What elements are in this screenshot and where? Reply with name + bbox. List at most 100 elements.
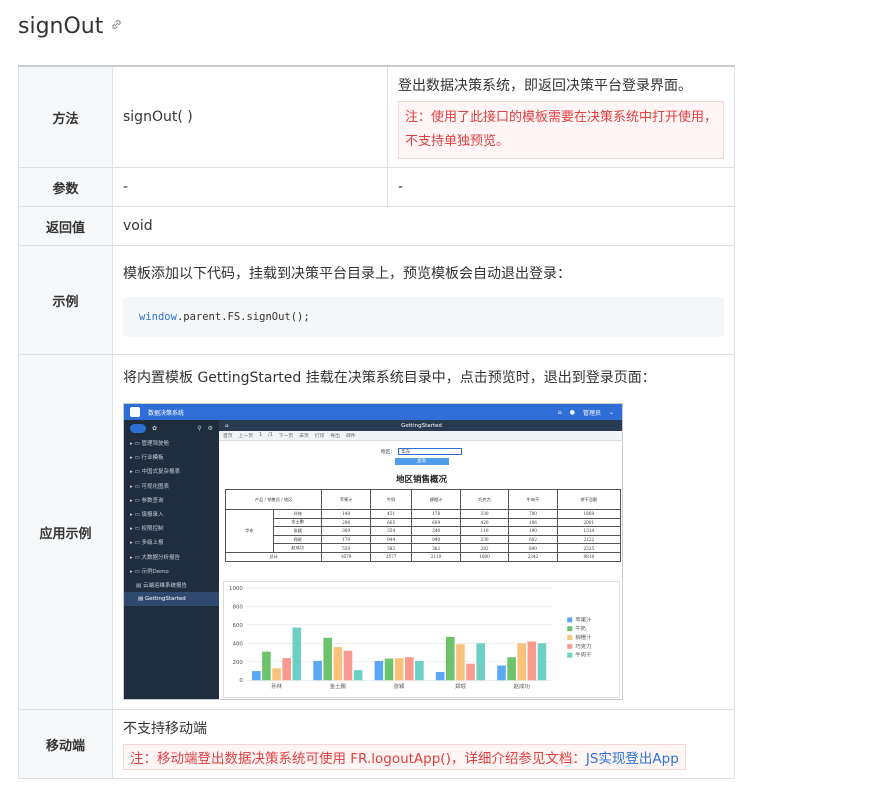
shot-report-cell: 170: [321, 534, 371, 545]
shot-report-table: 产品 / 销售员 / 地区 苹果汁 牛奶 柳橙汁 巧克力 牛肉干 饼干总额 华东 孙林 140 45…: [224, 489, 622, 562]
code-text: .parent.FS.signOut();: [176, 311, 310, 323]
chart-bar: [415, 660, 424, 681]
shot-menu-item: ▸ ▭ 多级上报: [130, 540, 164, 547]
shot-report-cell: 190: [508, 526, 558, 536]
chart-legend-label: 巧克力: [575, 642, 591, 650]
shot-report-cell: 609: [411, 517, 461, 528]
chart-bar: [435, 671, 445, 681]
shot-star-icon: ✿: [152, 424, 158, 432]
chart-bar: [394, 658, 404, 681]
shot-report-cell: 230: [459, 534, 510, 545]
mobile-note-text: 注：移动端登出数据决策系统可使用 FR.logoutApp()，详细介绍参见文档…: [130, 751, 586, 767]
shot-report-cell: 郑珉: [272, 534, 323, 545]
shot-report-cell: 602: [508, 534, 558, 545]
shot-report-cell: 780: [508, 509, 558, 519]
shot-search-icon: ⚲: [197, 424, 202, 432]
params-value-1: -: [112, 167, 388, 207]
chart-y-tick-label: 400: [232, 641, 243, 647]
shot-report-cell: 940: [411, 534, 461, 545]
shot-toolbar: 首页 上一页 1/1 下一页 末页 打印 导出 邮件: [219, 431, 622, 441]
chart-bar: [497, 665, 506, 681]
shot-report-cell: 110: [459, 526, 510, 536]
shot-report-cell: 944: [369, 534, 413, 545]
chart-bar: [466, 663, 475, 681]
example-intro: 模板添加以下代码，挂载到决策平台目录上，预览模板会自动退出登录：: [123, 266, 571, 282]
shot-toolbar-item: 1: [259, 433, 263, 438]
chart-legend-label: 柳橙汁: [575, 633, 592, 641]
shot-menu-item: ▸ ▭ 权限控制: [130, 526, 164, 533]
shot-bar-chart: 0 200 400 600 800 1000 孙林 金士鹏 张颖 郑珉 赵成功 苹果汁牛奶柳橙汁巧克力…: [223, 581, 620, 698]
shot-report-cell: 330: [459, 509, 510, 519]
shot-menu-item: ▤ GettingStarted: [124, 592, 219, 607]
method-signature: signOut( ): [112, 65, 388, 168]
shot-report-cell: 1869: [556, 509, 622, 519]
method-desc-text: 登出数据决策系统，即返回决策平台登录界面。: [398, 78, 692, 94]
shot-report-cell: 240: [411, 526, 461, 536]
chart-bar: [404, 657, 414, 681]
shot-toolbar-item: 首页: [223, 434, 233, 439]
shot-toolbar-item: 上一页: [238, 434, 254, 439]
chart-bar: [374, 660, 384, 681]
shot-report-cell: 282: [459, 543, 510, 553]
shot-report-cell: 赵成功: [272, 543, 323, 553]
returns-label: 返回值: [18, 206, 113, 246]
shot-filter: 地区： 华东 查询: [219, 441, 622, 471]
shot-tabbar: ⌂ GettingStarted: [219, 420, 622, 431]
shot-filter-select: 华东: [398, 447, 463, 455]
chart-bar: [323, 637, 333, 681]
returns-value: void: [112, 206, 735, 246]
chart-bar: [446, 636, 455, 681]
shot-brand: 数据决策系统: [148, 409, 185, 417]
shot-report-cell: 362: [411, 543, 461, 553]
chart-bar: [517, 643, 527, 681]
method-description: 登出数据决策系统，即返回决策平台登录界面。 注：使用了此接口的模板需要在决策系统…: [387, 65, 735, 168]
shot-report-cell: 296: [321, 517, 371, 528]
chart-bar: [282, 658, 291, 681]
shot-report-cell: 孙林: [272, 509, 323, 519]
chart-bar: [262, 651, 271, 681]
shot-toolbar-item: 打印: [314, 434, 325, 439]
chart-legend-swatch: [567, 652, 573, 658]
shot-report-cell: 柳橙汁: [411, 489, 461, 510]
shot-menu-item: ▸ ▭ 行业模板: [130, 455, 164, 462]
shot-report-cell: 354: [369, 526, 413, 536]
shot-report-region: 华东: [225, 509, 274, 553]
shot-report-cell: 106: [508, 517, 558, 528]
chart-bar: [353, 670, 363, 681]
shot-report-cell: 583: [369, 543, 413, 553]
shot-menu-item: ▸ ▭ 中国式复杂报表: [130, 469, 180, 476]
chart-bar: [292, 627, 302, 681]
code-block[interactable]: window.parent.FS.signOut();: [123, 297, 724, 337]
shot-query-button: 查询: [394, 457, 449, 465]
shot-report-title: 地区销售概况: [395, 475, 447, 485]
chart-y-tick-label: 1000: [229, 586, 243, 592]
app-example-cell: 将内置模板 GettingStarted 挂载在决策系统目录中，点击预览时，退出…: [112, 354, 735, 710]
page-heading: signOut: [18, 14, 122, 39]
shot-menu-item: ▸ ▭ 管理驾驶舱: [130, 441, 169, 448]
shot-report-cell: 苹果汁: [321, 489, 371, 510]
shot-report-cell: 1600: [459, 551, 510, 562]
chart-bar: [313, 660, 322, 681]
shot-report-cell: 2342: [508, 551, 558, 562]
chart-x-tick-label: 金士鹏: [330, 682, 347, 690]
shot-user-icon: ●: [569, 408, 575, 416]
chart-legend-label: 牛肉干: [575, 651, 592, 659]
chart-bar: [537, 643, 547, 681]
method-label: 方法: [18, 65, 113, 168]
link-icon[interactable]: [111, 19, 122, 34]
mobile-cell: 不支持移动端 注：移动端登出数据决策系统可使用 FR.logoutApp()，详…: [112, 709, 735, 779]
shot-menu-item: ▸ ▭ 示例Demo: [130, 568, 169, 575]
shot-report-cell: 178: [411, 509, 461, 519]
chart-bar: [343, 650, 353, 681]
shot-report-cell: 1679: [321, 551, 371, 562]
shot-chevron-down-icon: ⌄: [608, 408, 614, 416]
shot-menu-pill: [130, 423, 146, 433]
app-example-intro: 将内置模板 GettingStarted 挂载在决策系统目录中，点击预览时，退出…: [123, 370, 656, 386]
chart-bar: [527, 641, 537, 681]
chart-x-tick-label: 孙林: [271, 682, 282, 690]
shot-home-tab-icon: ⌂: [225, 422, 229, 429]
chart-x-tick-label: 赵成功: [514, 682, 531, 690]
mobile-doc-link[interactable]: JS实现登出App: [586, 751, 679, 767]
shot-report-cell: 牛肉干: [508, 489, 558, 510]
shot-topbar: 数据决策系统 ⌂ ● 管理员 ⌄: [124, 404, 622, 420]
